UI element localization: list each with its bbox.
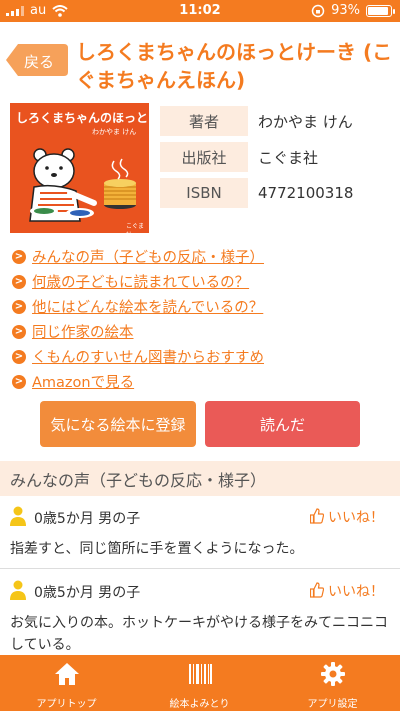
user-icon — [10, 580, 26, 600]
chevron-right-icon: > — [12, 299, 26, 314]
info-row-author: 著者 わかやま けん — [160, 106, 392, 136]
like-label: いいね！ — [328, 510, 384, 526]
chevron-right-icon: > — [12, 324, 26, 339]
battery-icon — [366, 4, 395, 17]
register-interest-button[interactable]: 気になる絵本に登録 — [40, 401, 196, 447]
link-same-author[interactable]: > 同じ作家の絵本 — [12, 319, 392, 344]
thumbs-up-icon — [310, 508, 324, 524]
info-value: わかやま けん — [258, 112, 353, 131]
info-label: 著者 — [160, 106, 248, 136]
link-text[interactable]: 何歳の子どもに読まれているの？ — [32, 271, 249, 292]
review-text: 指差すと、同じ箇所に手を置くようになった。 — [10, 541, 304, 557]
like-button[interactable]: いいね！ — [310, 580, 390, 602]
back-button[interactable]: 戻る — [6, 44, 68, 76]
chevron-right-icon: > — [12, 349, 26, 364]
back-label: 戻る — [24, 53, 55, 71]
book-cover: しろくまちゃんのほっとけーき わかやま けん こぐま社 — [10, 103, 149, 233]
link-list: > みんなの声（子どもの反応・様子） > 何歳の子どもに読まれているの？ > 他… — [12, 244, 392, 394]
reviewer-label: 0歳5か月 男の子 — [34, 511, 141, 527]
section-heading-voices: みんなの声（子どもの反応・様子） — [0, 461, 400, 496]
gear-icon — [320, 662, 345, 686]
status-bar: au 11:02 93% — [0, 0, 400, 22]
link-text[interactable]: 同じ作家の絵本 — [32, 321, 134, 342]
tab-label: 絵本よみとり — [169, 699, 230, 710]
link-ages[interactable]: > 何歳の子どもに読まれているの？ — [12, 269, 392, 294]
tab-app-top[interactable]: アプリトップ — [0, 655, 133, 711]
book-info-table: 著者 わかやま けん 出版社 こぐま社 ISBN 4772100318 — [160, 106, 392, 214]
battery-percent: 93% — [331, 3, 360, 18]
like-button[interactable]: いいね！ — [310, 506, 390, 528]
chevron-right-icon: > — [12, 274, 26, 289]
link-amazon[interactable]: > Amazonで見る — [12, 369, 392, 394]
tab-book-scan[interactable]: 絵本よみとり — [133, 655, 266, 711]
info-value: こぐま社 — [258, 148, 319, 167]
tab-label: アプリトップ — [36, 699, 97, 710]
header: 戻る しろくまちゃんのほっとけーき (こぐまちゃんえほん) — [0, 22, 400, 98]
info-label: 出版社 — [160, 142, 248, 172]
link-text[interactable]: みんなの声（子どもの反応・様子） — [32, 246, 264, 267]
page-title: しろくまちゃんのほっとけーき (こぐまちゃんえほん) — [76, 40, 393, 92]
tab-app-settings[interactable]: アプリ設定 — [266, 655, 399, 711]
info-value: 4772100318 — [258, 184, 354, 202]
tab-bar: アプリトップ 絵本よみとり アプリ設定 — [0, 655, 400, 711]
chevron-right-icon: > — [12, 249, 26, 264]
info-row-isbn: ISBN 4772100318 — [160, 178, 392, 208]
mark-read-button[interactable]: 読んだ — [205, 401, 360, 447]
like-label: いいね！ — [328, 584, 384, 600]
link-other-books[interactable]: > 他にはどんな絵本を読んでいるの？ — [12, 294, 392, 319]
link-text[interactable]: 他にはどんな絵本を読んでいるの？ — [32, 296, 263, 317]
cover-illustration — [29, 148, 136, 222]
thumbs-up-icon — [310, 582, 324, 598]
chevron-right-icon: > — [12, 374, 26, 389]
divider — [0, 568, 400, 569]
link-text[interactable]: くもんのすいせん図書からおすすめ — [32, 346, 264, 367]
info-row-publisher: 出版社 こぐま社 — [160, 142, 392, 172]
review-text: お気に入りの本。ホットケーキがやける様子をみてニコニコしている。 — [10, 615, 388, 653]
reviewer-label: 0歳5か月 男の子 — [34, 585, 141, 601]
user-icon — [10, 506, 26, 526]
orientation-lock-icon — [311, 4, 325, 17]
info-label: ISBN — [160, 178, 248, 208]
battery-fill — [368, 6, 389, 15]
link-text[interactable]: Amazonで見る — [32, 371, 134, 392]
link-kumon-recommend[interactable]: > くもんのすいせん図書からおすすめ — [12, 344, 392, 369]
cover-publisher: こぐま社 — [126, 223, 145, 233]
home-icon — [54, 663, 79, 685]
link-voices[interactable]: > みんなの声（子どもの反応・様子） — [12, 244, 392, 269]
barcode-icon — [188, 664, 212, 684]
tab-label: アプリ設定 — [307, 699, 358, 710]
